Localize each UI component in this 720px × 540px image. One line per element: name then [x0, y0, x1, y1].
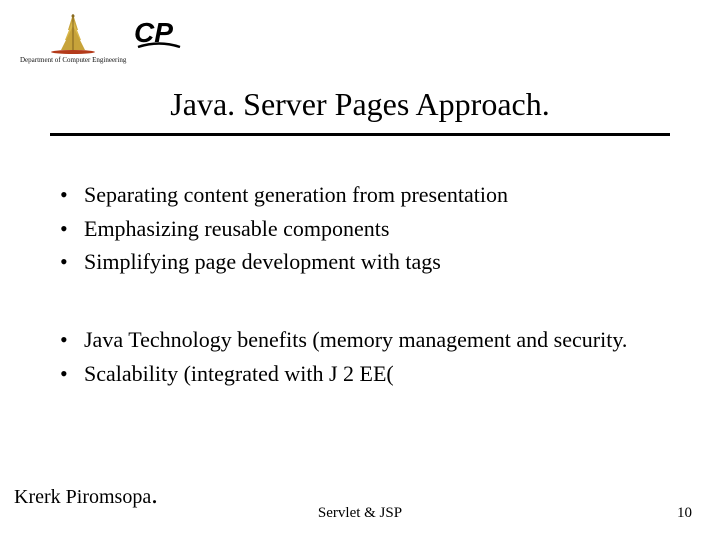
bullet-group-a: Separating content generation from prese…	[60, 180, 670, 277]
list-item: Java Technology benefits (memory managem…	[60, 325, 670, 355]
dept-logo: Department of Computer Engineering	[20, 12, 126, 64]
phra-kiao-icon	[50, 12, 96, 54]
bullet-group-b: Java Technology benefits (memory managem…	[60, 325, 670, 388]
list-item: Separating content generation from prese…	[60, 180, 670, 210]
list-item: Simplifying page development with tags	[60, 247, 670, 277]
dept-label: Department of Computer Engineering	[20, 56, 126, 64]
title-underline	[50, 133, 670, 136]
footer-topic: Servlet & JSP	[0, 505, 720, 522]
list-item: Emphasizing reusable components	[60, 214, 670, 244]
cp-icon: CP	[134, 14, 184, 52]
cp-logo: CP	[134, 14, 184, 57]
header-logos: Department of Computer Engineering CP	[20, 12, 184, 64]
page-title: Java. Server Pages Approach.	[0, 86, 720, 123]
list-item: Scalability (integrated with J 2 EE(	[60, 359, 670, 389]
footer-page-number: 10	[677, 505, 692, 522]
title-area: Java. Server Pages Approach.	[0, 86, 720, 136]
slide-content: Separating content generation from prese…	[60, 180, 670, 392]
